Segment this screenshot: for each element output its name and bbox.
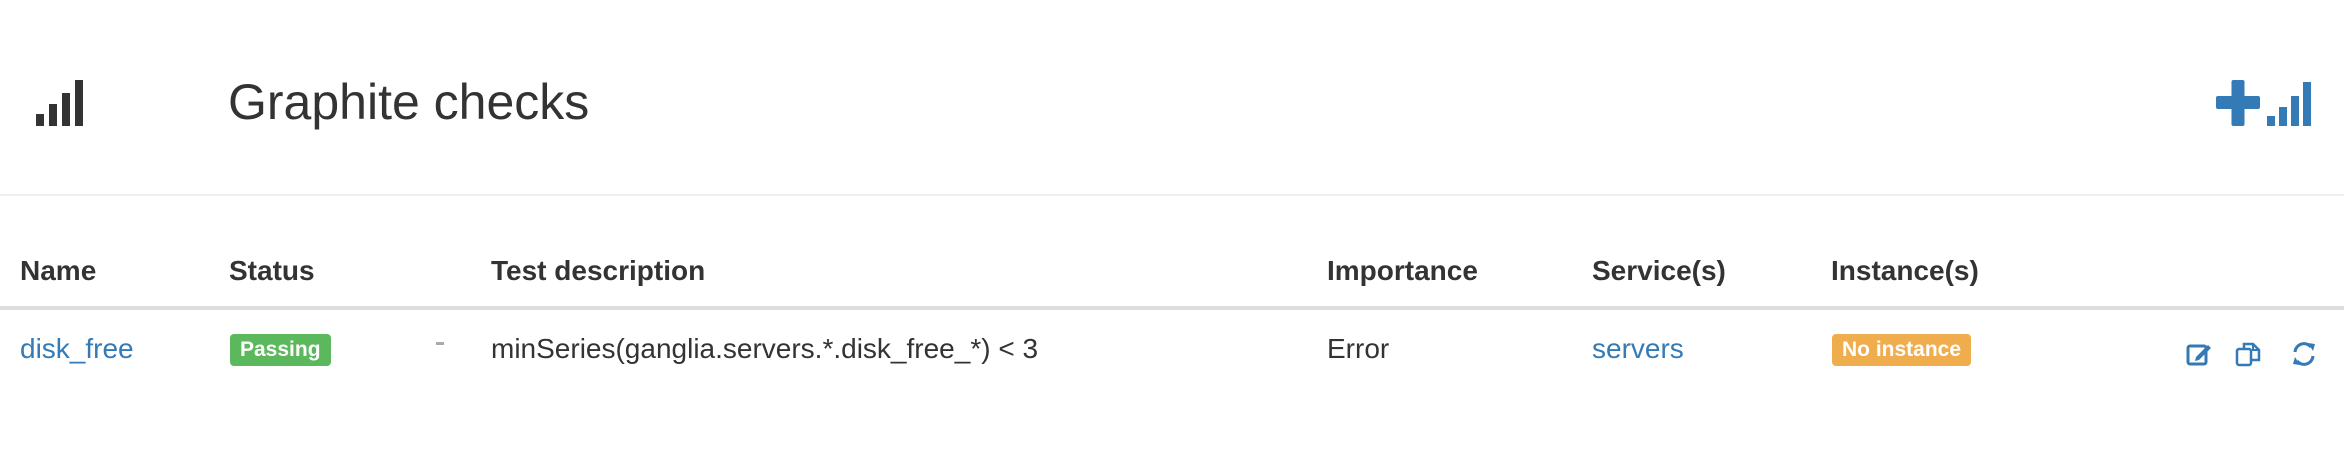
page: Graphite checks Name Status Test descrip… <box>0 0 2344 462</box>
refresh-button[interactable] <box>2290 340 2318 368</box>
instance-badge: No instance <box>1832 334 1972 366</box>
column-header-instances: Instance(s) <box>1831 255 1979 286</box>
table-row: disk_free Passing minSeries(ganglia.serv… <box>0 310 2344 398</box>
column-header-services: Service(s) <box>1592 255 1726 286</box>
column-header-status: Status <box>229 255 315 286</box>
table-header: Name Status Test description Importance … <box>0 196 2344 310</box>
importance-value: Error <box>1327 333 1390 364</box>
page-title: Graphite checks <box>228 74 590 130</box>
column-header-importance: Importance <box>1327 255 1478 286</box>
refresh-icon <box>2293 342 2315 366</box>
duplicate-button[interactable] <box>2234 340 2262 368</box>
add-check-button[interactable] <box>2216 78 2312 128</box>
edit-button[interactable] <box>2185 340 2213 368</box>
signal-icon <box>36 78 84 126</box>
check-name-link[interactable]: disk_free <box>20 332 134 366</box>
plus-signal-icon <box>2216 80 2311 126</box>
service-link[interactable]: servers <box>1592 332 1684 366</box>
duplicate-icon <box>2235 342 2261 367</box>
column-header-test-description: Test description <box>491 255 706 286</box>
page-header: Graphite checks <box>0 0 2344 196</box>
checks-table: Name Status Test description Importance … <box>0 196 2344 398</box>
status-badge: Passing <box>230 334 331 366</box>
test-description: minSeries(ganglia.servers.*.disk_free_*)… <box>491 333 1039 364</box>
column-header-name: Name <box>20 255 97 286</box>
status-separator-dash <box>436 342 444 345</box>
edit-icon <box>2186 344 2211 366</box>
